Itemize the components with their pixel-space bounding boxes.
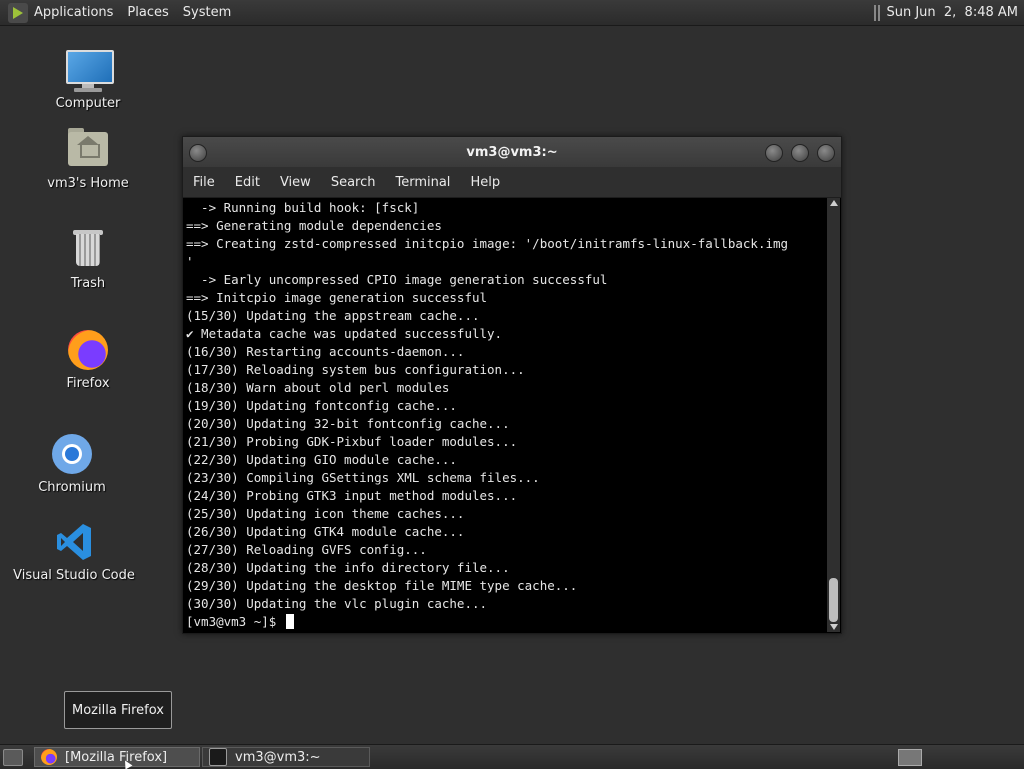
terminal-icon xyxy=(209,748,227,766)
firefox-icon xyxy=(41,749,57,765)
terminal-line: (20/30) Updating 32-bit fontconfig cache… xyxy=(186,416,510,431)
taskbar-item-terminal[interactable]: vm3@vm3:~ xyxy=(202,747,370,767)
taskbar-tooltip: Mozilla Firefox xyxy=(64,691,172,729)
terminal-line: ==> Generating module dependencies xyxy=(186,218,442,233)
shell-prompt: [vm3@vm3 ~]$ xyxy=(186,614,284,629)
terminal-line: (26/30) Updating GTK4 module cache... xyxy=(186,524,465,539)
terminal-window[interactable]: vm3@vm3:~ File Edit View Search Terminal… xyxy=(182,136,842,634)
prompt-line[interactable]: [vm3@vm3 ~]$ xyxy=(186,613,827,631)
terminal-menubar: File Edit View Search Terminal Help xyxy=(183,167,841,198)
terminal-output[interactable]: -> Running build hook: [fsck] ==> Genera… xyxy=(183,198,827,632)
window-menu-icon[interactable] xyxy=(189,144,207,162)
terminal-line: (28/30) Updating the info directory file… xyxy=(186,560,510,575)
taskbar-item-label: vm3@vm3:~ xyxy=(235,749,321,765)
home-folder-icon xyxy=(64,126,112,174)
terminal-line: (15/30) Updating the appstream cache... xyxy=(186,308,480,323)
menu-edit[interactable]: Edit xyxy=(235,175,260,190)
menu-terminal[interactable]: Terminal xyxy=(395,175,450,190)
desktop-icon-label: vm3's Home xyxy=(47,176,129,191)
terminal-line: (21/30) Probing GDK-Pixbuf loader module… xyxy=(186,434,518,449)
desktop-icon-firefox[interactable]: Firefox xyxy=(23,326,153,391)
terminal-line: -> Early uncompressed CPIO image generat… xyxy=(186,272,608,287)
terminal-line: (24/30) Probing GTK3 input method module… xyxy=(186,488,518,503)
show-desktop-icon[interactable] xyxy=(3,749,23,766)
text-cursor xyxy=(285,614,294,629)
desktop-icon-computer[interactable]: Computer xyxy=(23,46,153,111)
clock[interactable]: Sun Jun 2, 8:48 AM xyxy=(886,5,1018,20)
terminal-line: (25/30) Updating icon theme caches... xyxy=(186,506,465,521)
terminal-line: ✔ Metadata cache was updated successfull… xyxy=(186,326,503,341)
terminal-line: (18/30) Warn about old perl modules xyxy=(186,380,450,395)
terminal-line: ' xyxy=(186,254,194,269)
terminal-line: (23/30) Compiling GSettings XML schema f… xyxy=(186,470,540,485)
menu-help[interactable]: Help xyxy=(470,175,500,190)
terminal-line: -> Running build hook: [fsck] xyxy=(186,200,420,215)
desktop-icon-label: Trash xyxy=(70,276,106,291)
taskbar-item-label: [Mozilla Firefox] xyxy=(65,749,168,765)
menu-file[interactable]: File xyxy=(193,175,215,190)
menu-view[interactable]: View xyxy=(280,175,311,190)
desktop-icon-label: Chromium xyxy=(38,480,106,495)
minimize-icon[interactable] xyxy=(765,144,783,162)
terminal-line: (19/30) Updating fontconfig cache... xyxy=(186,398,457,413)
menu-system[interactable]: System xyxy=(183,5,231,20)
chromium-icon xyxy=(48,430,96,478)
scroll-down-icon[interactable] xyxy=(830,624,838,630)
menu-places[interactable]: Places xyxy=(127,5,168,20)
terminal-scrollbar[interactable] xyxy=(827,198,840,632)
firefox-icon xyxy=(64,326,112,374)
desktop-icon-chromium[interactable]: Chromium xyxy=(7,430,137,495)
top-right-area: Sun Jun 2, 8:48 AM xyxy=(874,4,1018,21)
distro-logo-icon[interactable] xyxy=(8,2,28,23)
trash-icon xyxy=(64,226,112,274)
window-title: vm3@vm3:~ xyxy=(466,144,558,160)
window-titlebar[interactable]: vm3@vm3:~ xyxy=(183,137,841,167)
close-icon[interactable] xyxy=(817,144,835,162)
panel-handle-icon xyxy=(874,4,881,21)
desktop-icon-label: Visual Studio Code xyxy=(13,568,135,583)
desktop-icon-trash[interactable]: Trash xyxy=(23,226,153,291)
desktop-icon-label: Computer xyxy=(55,96,121,111)
workspace-switcher[interactable] xyxy=(898,749,922,766)
terminal-line: (27/30) Reloading GVFS config... xyxy=(186,542,427,557)
scrollbar-thumb[interactable] xyxy=(829,578,838,622)
menu-applications[interactable]: Applications xyxy=(34,5,113,20)
menu-search[interactable]: Search xyxy=(331,175,376,190)
terminal-line: (22/30) Updating GIO module cache... xyxy=(186,452,457,467)
vscode-icon xyxy=(50,518,98,566)
desktop-icon-vscode[interactable]: Visual Studio Code xyxy=(9,518,139,583)
terminal-line: (17/30) Reloading system bus configurati… xyxy=(186,362,525,377)
maximize-icon[interactable] xyxy=(791,144,809,162)
terminal-line: (16/30) Restarting accounts-daemon... xyxy=(186,344,465,359)
terminal-line: ==> Initcpio image generation successful xyxy=(186,290,488,305)
terminal-line: ==> Creating zstd-compressed initcpio im… xyxy=(186,236,789,251)
scroll-up-icon[interactable] xyxy=(830,200,838,206)
bottom-panel: [Mozilla Firefox] vm3@vm3:~ xyxy=(0,744,1024,769)
terminal-line: (29/30) Updating the desktop file MIME t… xyxy=(186,578,578,593)
desktop-icon-label: Firefox xyxy=(66,376,110,391)
taskbar-item-firefox[interactable]: [Mozilla Firefox] xyxy=(34,747,200,767)
desktop-icon-home[interactable]: vm3's Home xyxy=(23,126,153,191)
top-menu: Applications Places System xyxy=(34,5,231,20)
terminal-line: (30/30) Updating the vlc plugin cache... xyxy=(186,596,488,611)
computer-icon xyxy=(64,46,114,94)
top-panel: Applications Places System Sun Jun 2, 8:… xyxy=(0,0,1024,26)
